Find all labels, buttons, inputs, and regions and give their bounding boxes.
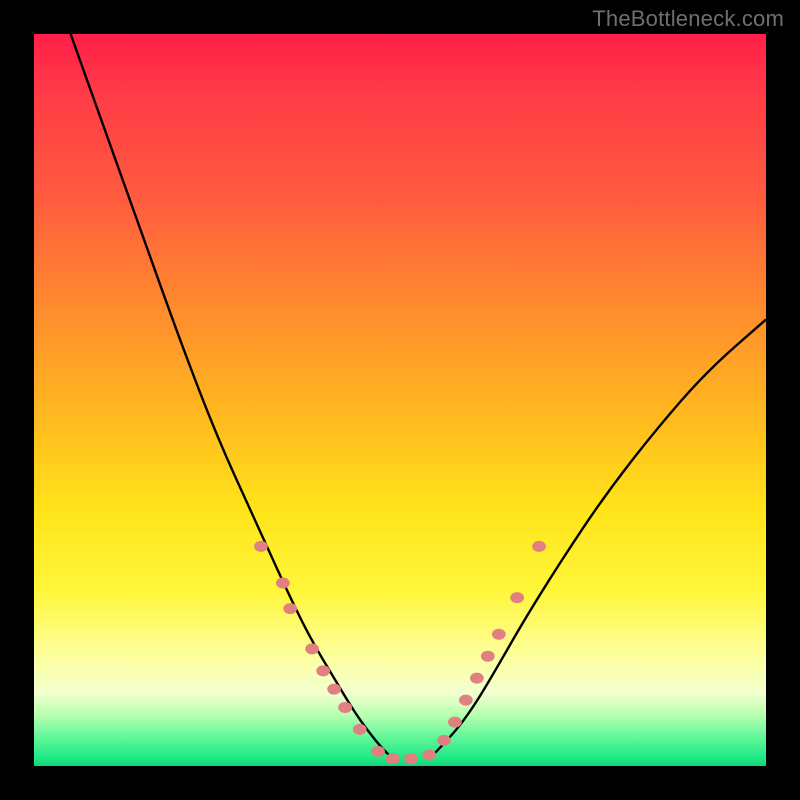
data-marker [448,717,462,728]
data-marker [338,702,352,713]
data-marker [386,753,400,764]
data-marker [316,665,330,676]
chart-frame: TheBottleneck.com [0,0,800,800]
data-marker [404,753,418,764]
marker-group [254,541,546,764]
data-marker [305,643,319,654]
data-marker [371,746,385,757]
curve-left [71,34,393,759]
data-marker [283,603,297,614]
data-marker [353,724,367,735]
data-marker [327,684,341,695]
data-marker [437,735,451,746]
data-marker [470,673,484,684]
data-marker [422,750,436,761]
data-marker [254,541,268,552]
data-marker [276,578,290,589]
data-marker [510,592,524,603]
watermark-text: TheBottleneck.com [592,6,784,32]
chart-svg [34,34,766,766]
data-marker [532,541,546,552]
chart-plot-area [34,34,766,766]
curve-right [429,319,766,758]
data-marker [459,695,473,706]
data-marker [492,629,506,640]
data-marker [481,651,495,662]
